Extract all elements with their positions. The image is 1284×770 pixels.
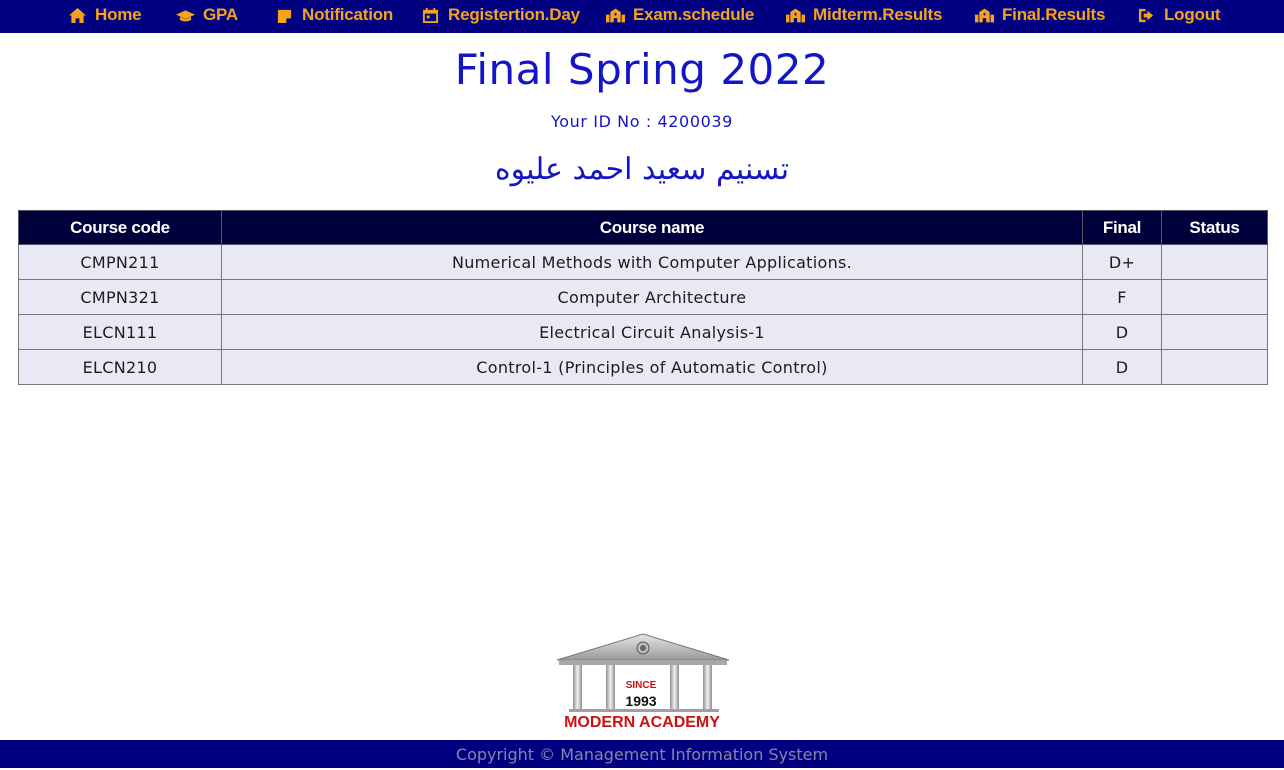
status-cell xyxy=(1161,314,1268,350)
course-code-cell: ELCN210 xyxy=(18,349,222,385)
student-id: Your ID No : 4200039 xyxy=(551,112,733,131)
logo-since-text: SINCE xyxy=(626,680,657,691)
table-header-row: Course code Course name Final Status xyxy=(18,210,1268,245)
copyright-text: Copyright © Management Information Syste… xyxy=(455,745,829,764)
nav-exam-schedule[interactable]: Exam.schedule xyxy=(606,0,754,30)
nav-registration-day-label: Registertion.Day xyxy=(448,5,580,24)
nav-exam-schedule-label: Exam.schedule xyxy=(633,5,755,24)
nav-midterm-results-label: Midterm.Results xyxy=(813,5,943,24)
nav-logout[interactable]: Logout xyxy=(1137,0,1221,30)
page-title: Final Spring 2022 xyxy=(454,45,830,94)
school-building-icon xyxy=(786,8,805,22)
table-row: ELCN210 Control-1 (Principles of Automat… xyxy=(18,349,1268,385)
column-header-status: Status xyxy=(1161,210,1268,245)
nav-notification[interactable]: Notification xyxy=(275,0,393,30)
graduation-cap-icon xyxy=(176,9,195,22)
nav-midterm-results[interactable]: Midterm.Results xyxy=(786,0,942,30)
course-code-cell: CMPN321 xyxy=(18,279,222,315)
column-header-final: Final xyxy=(1082,210,1162,245)
nav-registration-day[interactable]: Registertion.Day xyxy=(421,0,580,30)
nav-notification-label: Notification xyxy=(302,5,394,24)
nav-final-results-label: Final.Results xyxy=(1002,5,1106,24)
nav-final-results[interactable]: Final.Results xyxy=(975,0,1105,30)
table-row: CMPN211 Numerical Methods with Computer … xyxy=(18,244,1268,280)
table-row: CMPN321 Computer Architecture F xyxy=(18,279,1268,315)
top-navigation-bar: Home GPA Notification Registertion.Day E… xyxy=(0,0,1284,33)
course-name-cell: Computer Architecture xyxy=(221,279,1083,315)
course-code-cell: ELCN111 xyxy=(18,314,222,350)
logo-year-text: 1993 xyxy=(625,693,656,709)
final-grade-cell: D+ xyxy=(1082,244,1162,280)
modern-academy-logo: SINCE 1993 MODERN ACADEMY xyxy=(556,633,730,731)
results-table: Course code Course name Final Status CMP… xyxy=(18,210,1268,385)
logout-icon xyxy=(1138,8,1154,22)
column-header-course-code: Course code xyxy=(18,210,222,245)
table-row: ELCN111 Electrical Circuit Analysis-1 D xyxy=(18,314,1268,350)
nav-home[interactable]: Home xyxy=(68,0,142,30)
logo-name-text: MODERN ACADEMY xyxy=(564,714,720,731)
status-cell xyxy=(1161,279,1268,315)
nav-gpa[interactable]: GPA xyxy=(176,0,238,30)
home-icon xyxy=(69,7,86,23)
sticky-note-icon xyxy=(277,9,292,23)
final-grade-cell: F xyxy=(1082,279,1162,315)
nav-home-label: Home xyxy=(95,5,142,24)
status-cell xyxy=(1161,244,1268,280)
course-code-cell: CMPN211 xyxy=(18,244,222,280)
status-cell xyxy=(1161,349,1268,385)
nav-logout-label: Logout xyxy=(1164,5,1221,24)
nav-gpa-label: GPA xyxy=(203,5,238,24)
school-building-icon xyxy=(975,8,994,22)
course-name-cell: Electrical Circuit Analysis-1 xyxy=(221,314,1083,350)
final-grade-cell: D xyxy=(1082,314,1162,350)
course-name-cell: Control-1 (Principles of Automatic Contr… xyxy=(221,349,1083,385)
course-name-cell: Numerical Methods with Computer Applicat… xyxy=(221,244,1083,280)
school-building-icon xyxy=(606,8,625,22)
final-grade-cell: D xyxy=(1082,349,1162,385)
student-name: تسنيم سعيد احمد عليوه xyxy=(494,152,790,187)
calendar-icon xyxy=(422,7,439,23)
footer: Copyright © Management Information Syste… xyxy=(0,740,1284,768)
column-header-course-name: Course name xyxy=(221,210,1083,245)
